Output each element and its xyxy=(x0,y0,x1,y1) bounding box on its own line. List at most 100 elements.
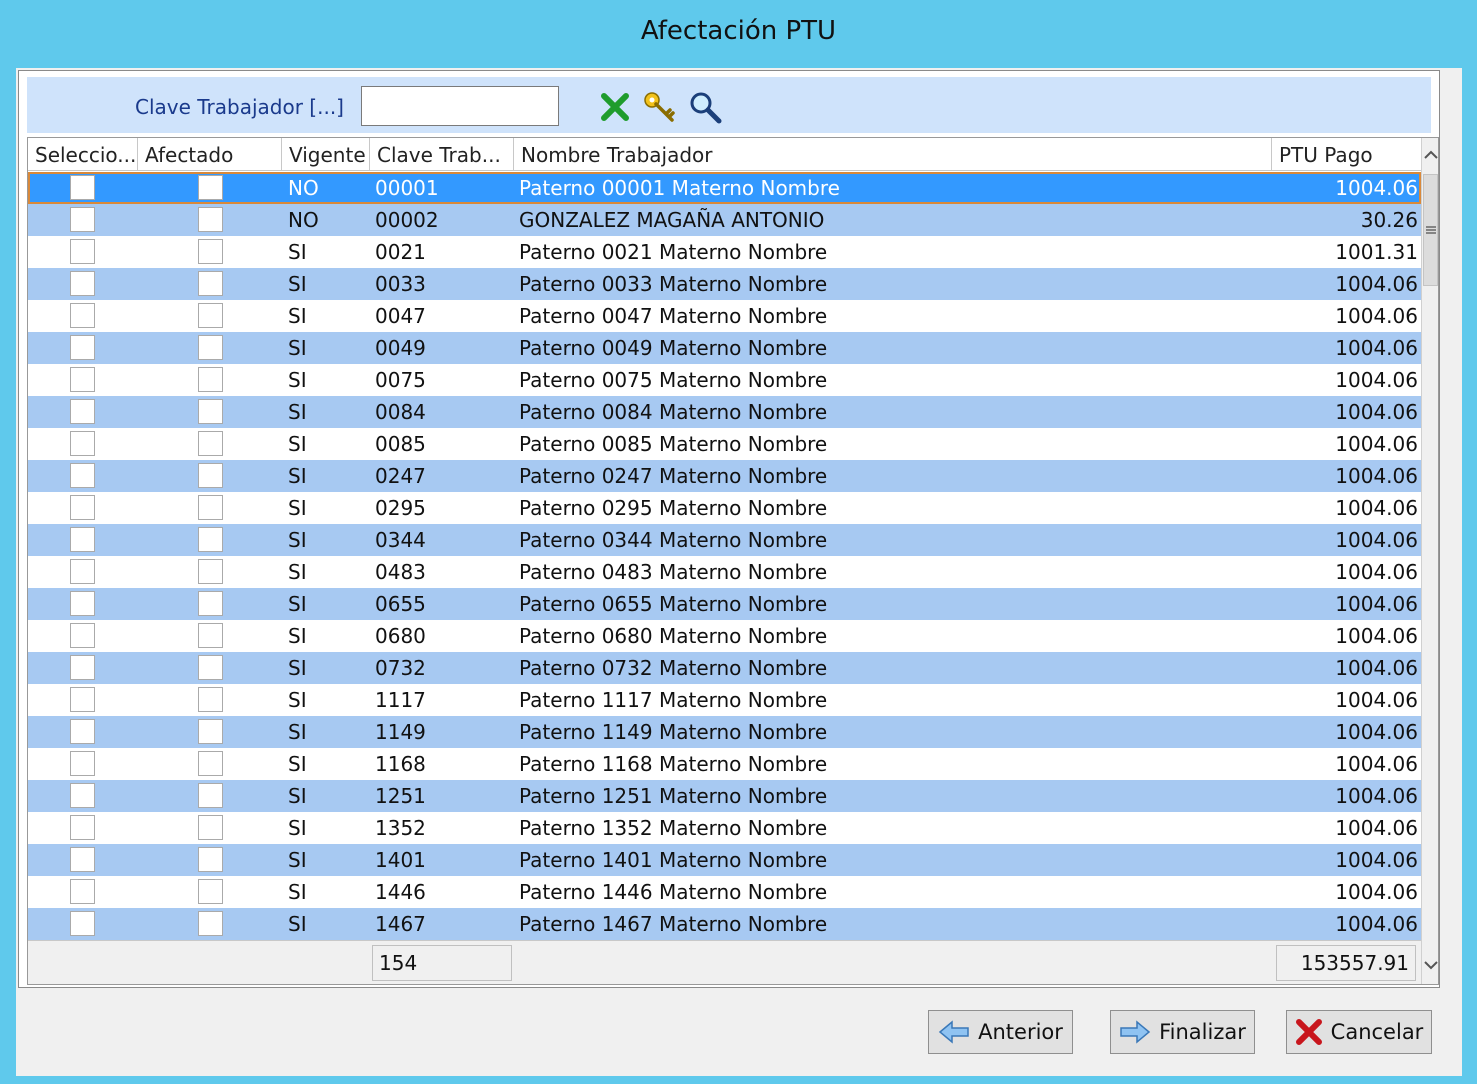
seleccion-checkbox[interactable] xyxy=(70,623,95,648)
afectado-checkbox[interactable] xyxy=(198,591,223,616)
seleccion-checkbox[interactable] xyxy=(70,783,95,808)
seleccion-checkbox[interactable] xyxy=(70,399,95,424)
table-row[interactable]: SI 0344 Paterno 0344 Materno Nombre 1004.06 xyxy=(28,524,1421,556)
table-row[interactable]: NO 00002 GONZALEZ MAGAÑA ANTONIO 30.26 xyxy=(28,204,1421,236)
table-row[interactable]: SI 1352 Paterno 1352 Materno Nombre 1004.06 xyxy=(28,812,1421,844)
seleccion-checkbox[interactable] xyxy=(70,559,95,584)
seleccion-checkbox[interactable] xyxy=(70,911,95,936)
table-row[interactable]: SI 0075 Paterno 0075 Materno Nombre 1004.06 xyxy=(28,364,1421,396)
clear-button[interactable] xyxy=(597,89,633,125)
seleccion-checkbox[interactable] xyxy=(70,815,95,840)
key-button[interactable] xyxy=(641,89,677,125)
table-row[interactable]: SI 1251 Paterno 1251 Materno Nombre 1004.06 xyxy=(28,780,1421,812)
afectado-checkbox[interactable] xyxy=(198,175,223,200)
table-row[interactable]: SI 0655 Paterno 0655 Materno Nombre 1004.06 xyxy=(28,588,1421,620)
column-header-nombre[interactable]: Nombre Trabajador xyxy=(514,138,1272,171)
vertical-scrollbar[interactable] xyxy=(1421,138,1438,984)
afectado-checkbox[interactable] xyxy=(198,335,223,360)
seleccion-checkbox[interactable] xyxy=(70,239,95,264)
table-row[interactable]: SI 1446 Paterno 1446 Materno Nombre 1004.06 xyxy=(28,876,1421,908)
scroll-down-button[interactable] xyxy=(1422,950,1438,980)
column-header-ptu-pago[interactable]: PTU Pago xyxy=(1272,138,1421,171)
dialog-body: Clave Trabajador [...] Seleccio... Afect… xyxy=(16,68,1462,1076)
afectado-checkbox[interactable] xyxy=(198,751,223,776)
seleccion-checkbox[interactable] xyxy=(70,463,95,488)
seleccion-checkbox[interactable] xyxy=(70,431,95,456)
seleccion-checkbox[interactable] xyxy=(70,335,95,360)
afectado-checkbox[interactable] xyxy=(198,911,223,936)
seleccion-checkbox[interactable] xyxy=(70,687,95,712)
workers-grid: Seleccio... Afectado Vigente Clave Trab.… xyxy=(27,137,1439,985)
afectado-checkbox[interactable] xyxy=(198,207,223,232)
search-input[interactable] xyxy=(361,86,559,126)
column-header-vigente[interactable]: Vigente xyxy=(282,138,370,171)
search-label[interactable]: Clave Trabajador [...] xyxy=(135,95,344,119)
table-row[interactable]: SI 1401 Paterno 1401 Materno Nombre 1004.06 xyxy=(28,844,1421,876)
scroll-up-button[interactable] xyxy=(1422,140,1438,170)
seleccion-checkbox[interactable] xyxy=(70,751,95,776)
table-row[interactable]: SI 0047 Paterno 0047 Materno Nombre 1004.06 xyxy=(28,300,1421,332)
afectado-checkbox[interactable] xyxy=(198,303,223,328)
ptu-cell: 1004.06 xyxy=(1335,496,1418,520)
table-row[interactable]: SI 1149 Paterno 1149 Materno Nombre 1004.06 xyxy=(28,716,1421,748)
footer-total: 153557.91 xyxy=(1276,945,1416,981)
table-row[interactable]: SI 0680 Paterno 0680 Materno Nombre 1004.06 xyxy=(28,620,1421,652)
table-row[interactable]: SI 0021 Paterno 0021 Materno Nombre 1001.31 xyxy=(28,236,1421,268)
afectado-checkbox[interactable] xyxy=(198,623,223,648)
afectado-checkbox[interactable] xyxy=(198,559,223,584)
afectado-checkbox[interactable] xyxy=(198,495,223,520)
seleccion-checkbox[interactable] xyxy=(70,879,95,904)
afectado-checkbox[interactable] xyxy=(198,463,223,488)
table-row[interactable]: SI 0732 Paterno 0732 Materno Nombre 1004.06 xyxy=(28,652,1421,684)
afectado-checkbox[interactable] xyxy=(198,783,223,808)
afectado-checkbox[interactable] xyxy=(198,527,223,552)
seleccion-checkbox[interactable] xyxy=(70,719,95,744)
afectado-checkbox[interactable] xyxy=(198,431,223,456)
seleccion-checkbox[interactable] xyxy=(70,175,95,200)
column-header-clave[interactable]: Clave Trab... xyxy=(370,138,514,171)
afectado-checkbox[interactable] xyxy=(198,879,223,904)
table-row[interactable]: SI 1168 Paterno 1168 Materno Nombre 1004.06 xyxy=(28,748,1421,780)
seleccion-checkbox[interactable] xyxy=(70,207,95,232)
seleccion-checkbox[interactable] xyxy=(70,495,95,520)
find-button[interactable] xyxy=(687,89,723,125)
seleccion-checkbox[interactable] xyxy=(70,527,95,552)
afectado-checkbox[interactable] xyxy=(198,399,223,424)
finalizar-button[interactable]: Finalizar xyxy=(1110,1010,1255,1054)
seleccion-checkbox[interactable] xyxy=(70,847,95,872)
afectado-checkbox[interactable] xyxy=(198,847,223,872)
table-row[interactable]: SI 1117 Paterno 1117 Materno Nombre 1004.06 xyxy=(28,684,1421,716)
afectado-checkbox[interactable] xyxy=(198,687,223,712)
table-row[interactable]: SI 0084 Paterno 0084 Materno Nombre 1004.06 xyxy=(28,396,1421,428)
afectado-checkbox[interactable] xyxy=(198,655,223,680)
afectado-checkbox[interactable] xyxy=(198,367,223,392)
table-row[interactable]: SI 1467 Paterno 1467 Materno Nombre 1004.06 xyxy=(28,908,1421,940)
afectado-checkbox[interactable] xyxy=(198,239,223,264)
table-row[interactable]: SI 0049 Paterno 0049 Materno Nombre 1004.06 xyxy=(28,332,1421,364)
table-row[interactable]: SI 0033 Paterno 0033 Materno Nombre 1004.06 xyxy=(28,268,1421,300)
afectado-checkbox[interactable] xyxy=(198,271,223,296)
table-row[interactable]: SI 0085 Paterno 0085 Materno Nombre 1004.06 xyxy=(28,428,1421,460)
seleccion-checkbox[interactable] xyxy=(70,591,95,616)
seleccion-checkbox[interactable] xyxy=(70,367,95,392)
ptu-cell: 1004.06 xyxy=(1335,400,1418,424)
cancelar-button[interactable]: Cancelar xyxy=(1286,1010,1432,1054)
vigente-cell: SI xyxy=(288,240,307,264)
seleccion-checkbox[interactable] xyxy=(70,271,95,296)
clave-cell: 0049 xyxy=(375,336,426,360)
afectado-checkbox[interactable] xyxy=(198,719,223,744)
afectado-checkbox[interactable] xyxy=(198,815,223,840)
table-row[interactable]: SI 0483 Paterno 0483 Materno Nombre 1004.06 xyxy=(28,556,1421,588)
seleccion-checkbox[interactable] xyxy=(70,655,95,680)
table-row[interactable]: SI 0295 Paterno 0295 Materno Nombre 1004.06 xyxy=(28,492,1421,524)
column-header-afectado[interactable]: Afectado xyxy=(138,138,282,171)
anterior-button[interactable]: Anterior xyxy=(928,1010,1073,1054)
table-row[interactable]: SI 0247 Paterno 0247 Materno Nombre 1004.06 xyxy=(28,460,1421,492)
clave-cell: 0021 xyxy=(375,240,426,264)
clave-cell: 1446 xyxy=(375,880,426,904)
table-row[interactable]: NO 00001 Paterno 00001 Materno Nombre 1004.… xyxy=(28,172,1421,204)
column-header-seleccion[interactable]: Seleccio... xyxy=(28,138,138,171)
seleccion-checkbox[interactable] xyxy=(70,303,95,328)
ptu-cell: 1004.06 xyxy=(1335,688,1418,712)
scroll-thumb[interactable] xyxy=(1423,174,1438,286)
